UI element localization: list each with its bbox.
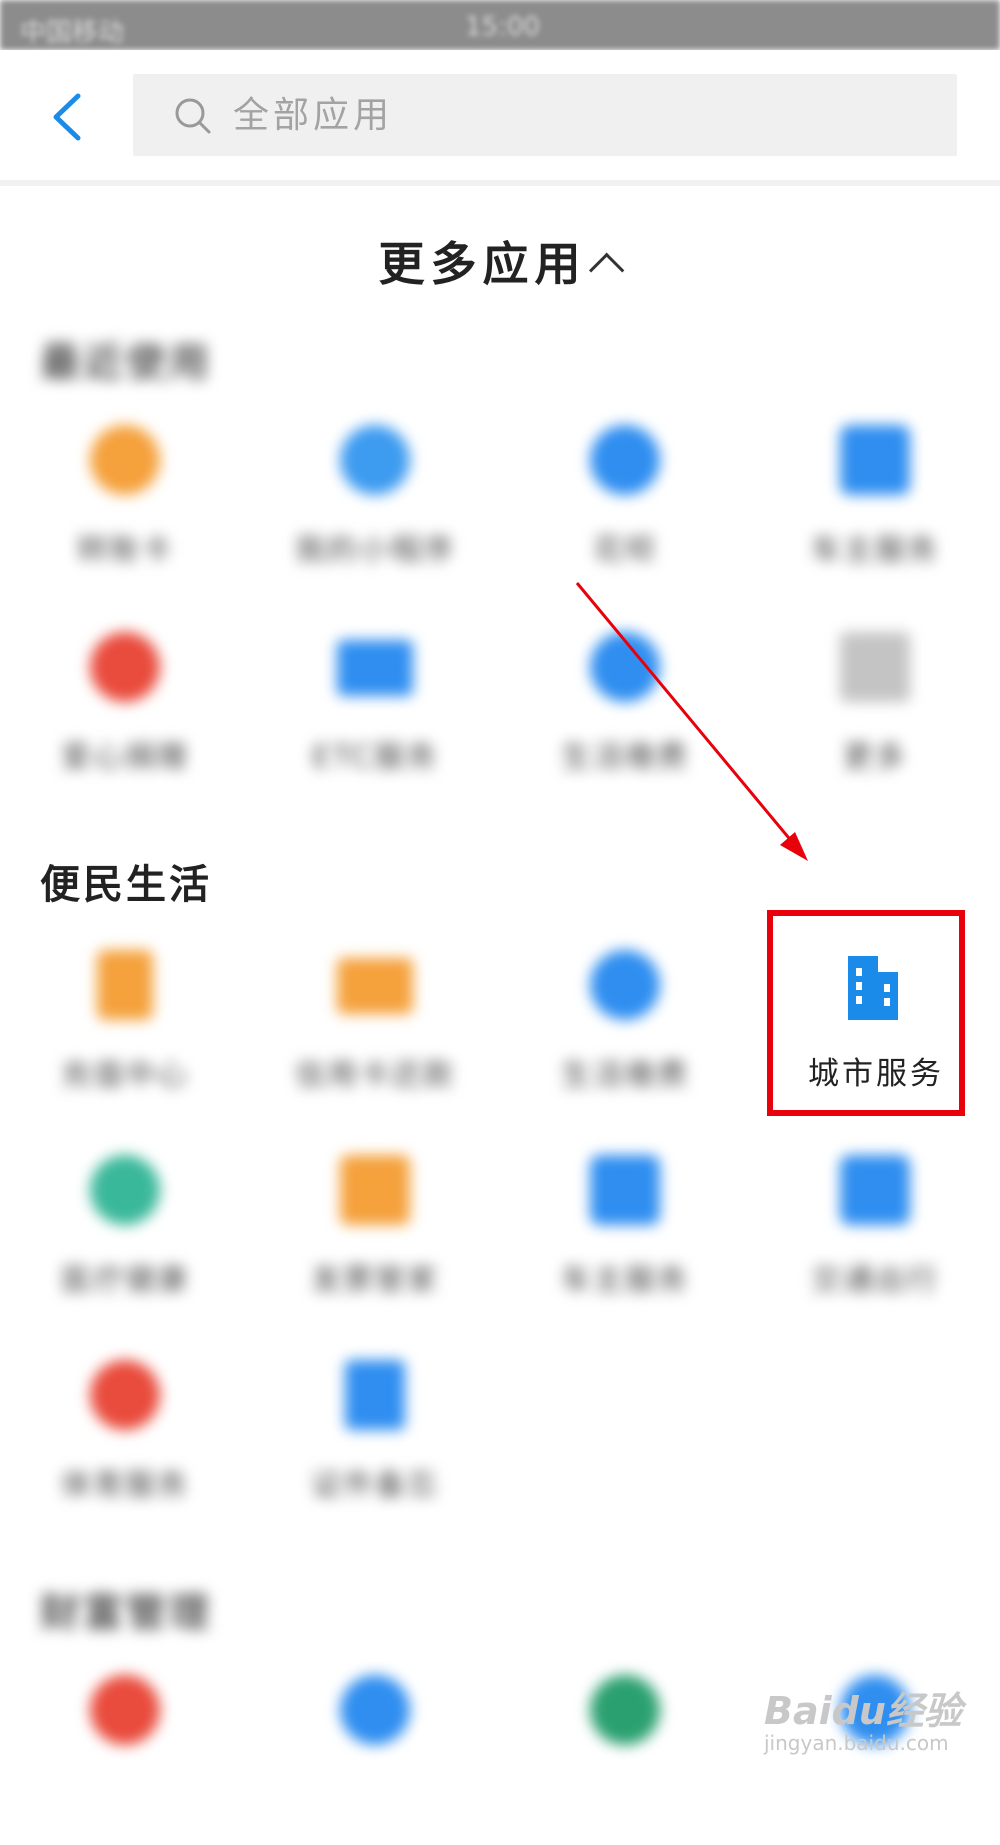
app-icon <box>90 1675 160 1745</box>
app-icon <box>590 1675 660 1745</box>
watermark-logo-text: Baidu经验 <box>764 1689 962 1733</box>
app-icon <box>340 1675 410 1745</box>
app-item[interactable] <box>525 1675 725 1845</box>
annotation-arrow <box>575 582 808 861</box>
app-item[interactable] <box>275 1675 475 1845</box>
watermark-url: jingyan.baidu.com <box>764 1731 949 1755</box>
app-item[interactable] <box>25 1675 225 1845</box>
highlight-box <box>767 910 965 1116</box>
watermark: Baidu经验 jingyan.baidu.com <box>764 1680 962 1755</box>
section-title-wealth: 财富管理 <box>40 1590 212 1636</box>
